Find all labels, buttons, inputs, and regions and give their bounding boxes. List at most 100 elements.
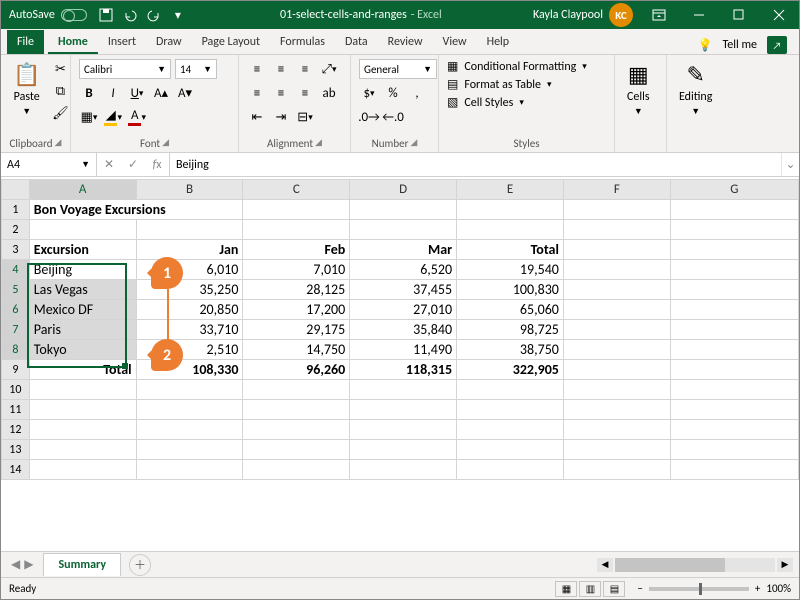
cell[interactable]: Excursion (29, 240, 136, 260)
cell[interactable]: Tokyo (29, 340, 136, 360)
tab-view[interactable]: View (433, 30, 477, 54)
tab-home[interactable]: Home (48, 30, 98, 54)
expand-formula-bar-icon[interactable]: ⌄ (781, 153, 799, 176)
cell[interactable]: 27,010 (350, 300, 457, 320)
align-middle-icon[interactable]: ≡ (271, 59, 291, 79)
increase-font-icon[interactable]: A▴ (151, 83, 171, 103)
align-right-icon[interactable]: ≡ (295, 83, 315, 103)
tell-me-label[interactable]: Tell me (722, 38, 757, 52)
cell[interactable]: Las Vegas (29, 280, 136, 300)
row-header[interactable]: 13 (2, 440, 30, 460)
dialog-launcher-icon[interactable]: ◢ (410, 137, 417, 150)
row-header[interactable]: 7 (2, 320, 30, 340)
paste-button[interactable]: 📋 Paste ▼ (9, 59, 44, 123)
cell[interactable]: 35,840 (350, 320, 457, 340)
cancel-formula-icon[interactable]: ✕ (97, 157, 121, 172)
row-header[interactable]: 9 (2, 360, 30, 380)
redo-icon[interactable] (143, 4, 165, 26)
borders-button[interactable]: ▦▾ (79, 107, 99, 127)
formula-input[interactable]: Beijing (169, 153, 781, 176)
tab-formulas[interactable]: Formulas (270, 30, 335, 54)
cell[interactable]: 118,315 (350, 360, 457, 380)
cell[interactable]: 6,520 (350, 260, 457, 280)
select-all-corner[interactable] (2, 180, 30, 200)
wrap-text-icon[interactable]: ab (319, 83, 339, 103)
cell[interactable]: Total (457, 240, 564, 260)
cell[interactable]: 29,175 (243, 320, 350, 340)
cell[interactable]: 100,830 (457, 280, 564, 300)
row-header[interactable]: 12 (2, 420, 30, 440)
cell[interactable]: 38,750 (457, 340, 564, 360)
copy-icon[interactable]: ⧉ (50, 81, 70, 101)
col-header-g[interactable]: G (670, 180, 798, 200)
cell[interactable]: 65,060 (457, 300, 564, 320)
bold-button[interactable]: B (79, 83, 99, 103)
align-top-icon[interactable]: ≡ (247, 59, 267, 79)
tab-help[interactable]: Help (477, 30, 520, 54)
cell[interactable]: Paris (29, 320, 136, 340)
cell[interactable]: 322,905 (457, 360, 564, 380)
cell[interactable]: 20,850 (136, 300, 243, 320)
cell[interactable]: 98,725 (457, 320, 564, 340)
align-bottom-icon[interactable]: ≡ (295, 59, 315, 79)
tab-page-layout[interactable]: Page Layout (192, 30, 270, 54)
cell[interactable]: 37,455 (350, 280, 457, 300)
cell[interactable]: Mar (350, 240, 457, 260)
col-header-a[interactable]: A (29, 180, 136, 200)
cell-a4[interactable]: Beijing (29, 260, 136, 280)
cell[interactable]: 28,125 (243, 280, 350, 300)
decrease-decimal-icon[interactable]: ←.0 (383, 107, 403, 127)
row-header[interactable]: 1 (2, 200, 30, 220)
row-header[interactable]: 4 (2, 260, 30, 280)
zoom-percent[interactable]: 100% (766, 582, 791, 595)
autosave-switch-off[interactable] (61, 9, 87, 21)
fill-color-button[interactable]: ◢▾ (103, 107, 123, 127)
conditional-formatting-button[interactable]: ▦Conditional Formatting▾ (447, 59, 587, 74)
cell[interactable]: 33,710 (136, 320, 243, 340)
cell[interactable]: 17,200 (243, 300, 350, 320)
format-painter-icon[interactable]: 🖌 (50, 103, 70, 123)
ribbon-options-icon[interactable] (639, 1, 679, 29)
row-header[interactable]: 5 (2, 280, 30, 300)
new-sheet-button[interactable]: ＋ (129, 554, 151, 576)
cell-styles-button[interactable]: ▧Cell Styles▾ (447, 95, 587, 110)
tab-data[interactable]: Data (335, 30, 378, 54)
col-header-b[interactable]: B (136, 180, 243, 200)
scroll-thumb[interactable] (615, 558, 725, 572)
cell[interactable]: 19,540 (457, 260, 564, 280)
decrease-indent-icon[interactable]: ⇤ (247, 107, 267, 127)
col-header-e[interactable]: E (457, 180, 564, 200)
horizontal-scrollbar[interactable]: ◀ ▶ (151, 558, 799, 572)
sheet-nav-prev-icon[interactable]: ◀ (11, 557, 20, 572)
italic-button[interactable]: I (103, 83, 123, 103)
number-format-combo[interactable]: General▼ (359, 59, 437, 79)
editing-button[interactable]: ✎Editing▼ (675, 59, 716, 119)
cell[interactable]: 14,750 (243, 340, 350, 360)
undo-icon[interactable] (119, 4, 141, 26)
comma-format-icon[interactable]: , (407, 83, 427, 103)
name-box[interactable]: A4▼ (1, 153, 97, 176)
cut-icon[interactable]: ✂ (50, 59, 70, 79)
row-header[interactable]: 8 (2, 340, 30, 360)
spreadsheet-grid[interactable]: A B C D E F G 1Bon Voyage Excursions 2 3… (1, 179, 799, 551)
row-header[interactable]: 11 (2, 400, 30, 420)
fx-icon[interactable]: fx (145, 158, 169, 172)
align-center-icon[interactable]: ≡ (271, 83, 291, 103)
accept-formula-icon[interactable]: ✓ (121, 157, 145, 172)
share-icon[interactable]: ↗ (767, 36, 787, 54)
increase-decimal-icon[interactable]: .0→ (359, 107, 379, 127)
cell[interactable]: Total (29, 360, 136, 380)
tell-me-icon[interactable]: 💡 (698, 38, 713, 53)
cell[interactable]: Mexico DF (29, 300, 136, 320)
underline-button[interactable]: U▾ (127, 83, 147, 103)
avatar[interactable]: KC (609, 3, 633, 27)
dialog-launcher-icon[interactable]: ◢ (55, 137, 62, 150)
autosave-toggle[interactable]: AutoSave (1, 8, 95, 22)
zoom-out-icon[interactable]: − (637, 582, 642, 595)
zoom-in-icon[interactable]: + (755, 582, 760, 595)
cells-button[interactable]: ▦Cells▼ (623, 59, 654, 119)
scroll-left-icon[interactable]: ◀ (597, 558, 613, 572)
zoom-slider[interactable] (649, 587, 749, 591)
sheet-nav-next-icon[interactable]: ▶ (24, 557, 33, 572)
font-name-combo[interactable]: Calibri▼ (79, 59, 171, 79)
